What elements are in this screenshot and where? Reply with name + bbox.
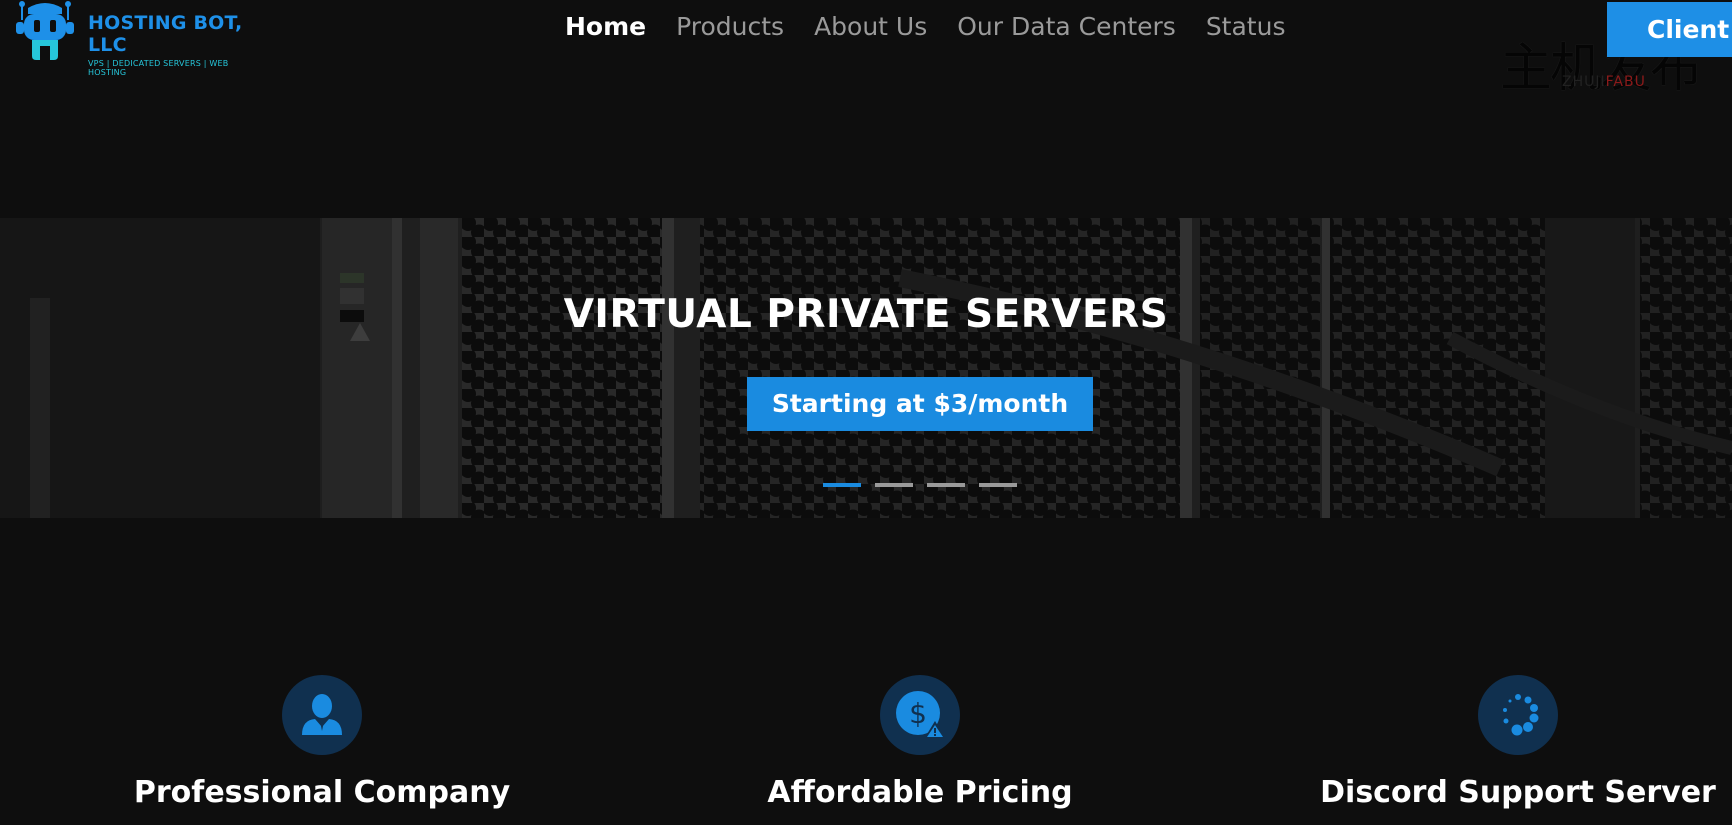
slide-indicator-2[interactable] [875,483,913,487]
site-header: HOSTING BOT, LLC VPS | DEDICATED SERVERS… [0,0,1732,218]
client-area-button[interactable]: Client A [1607,2,1732,57]
feature-label: Affordable Pricing [767,775,1073,810]
nav-item-home[interactable]: Home [565,12,646,41]
slide-indicator-3[interactable] [927,483,965,487]
hero-cta-button[interactable]: Starting at $3/month [747,377,1093,431]
person-icon [282,675,362,755]
server-rack-background-image [0,218,1732,518]
brand-logo[interactable]: HOSTING BOT, LLC VPS | DEDICATED SERVERS… [12,0,252,77]
watermark-latin-b: FABU [1605,74,1646,90]
main-nav: Home Products About Us Our Data Centers … [565,12,1285,41]
nav-item-products[interactable]: Products [676,12,784,41]
nav-item-data-centers[interactable]: Our Data Centers [957,12,1176,41]
feature-affordable-pricing: $ Affordable Pricing [720,675,1120,810]
slide-indicator-4[interactable] [979,483,1017,487]
watermark-latin: ZHUJIFABU [1562,74,1646,90]
watermark-latin-a: ZHUJI [1562,74,1606,90]
nav-item-about-us[interactable]: About Us [814,12,927,41]
brand-name: HOSTING BOT, LLC [88,12,243,56]
svg-text:$: $ [909,697,927,730]
hero-title: VIRTUAL PRIVATE SERVERS [563,292,1169,337]
hero-slider [0,218,1732,518]
slider-pagination [823,483,1017,487]
feature-professional-company: Professional Company [122,675,522,810]
robot-logo-icon [12,0,78,62]
client-area-label: Client A [1647,15,1732,44]
dollar-warning-icon: $ [880,675,960,755]
feature-discord-support: Discord Support Server [1318,675,1718,810]
spinner-icon [1478,675,1558,755]
brand-tagline: VPS | DEDICATED SERVERS | WEB HOSTING [88,59,229,77]
nav-item-status[interactable]: Status [1206,12,1286,41]
slide-indicator-1[interactable] [823,483,861,487]
feature-label: Professional Company [133,775,511,810]
feature-label: Discord Support Server [1320,775,1716,810]
